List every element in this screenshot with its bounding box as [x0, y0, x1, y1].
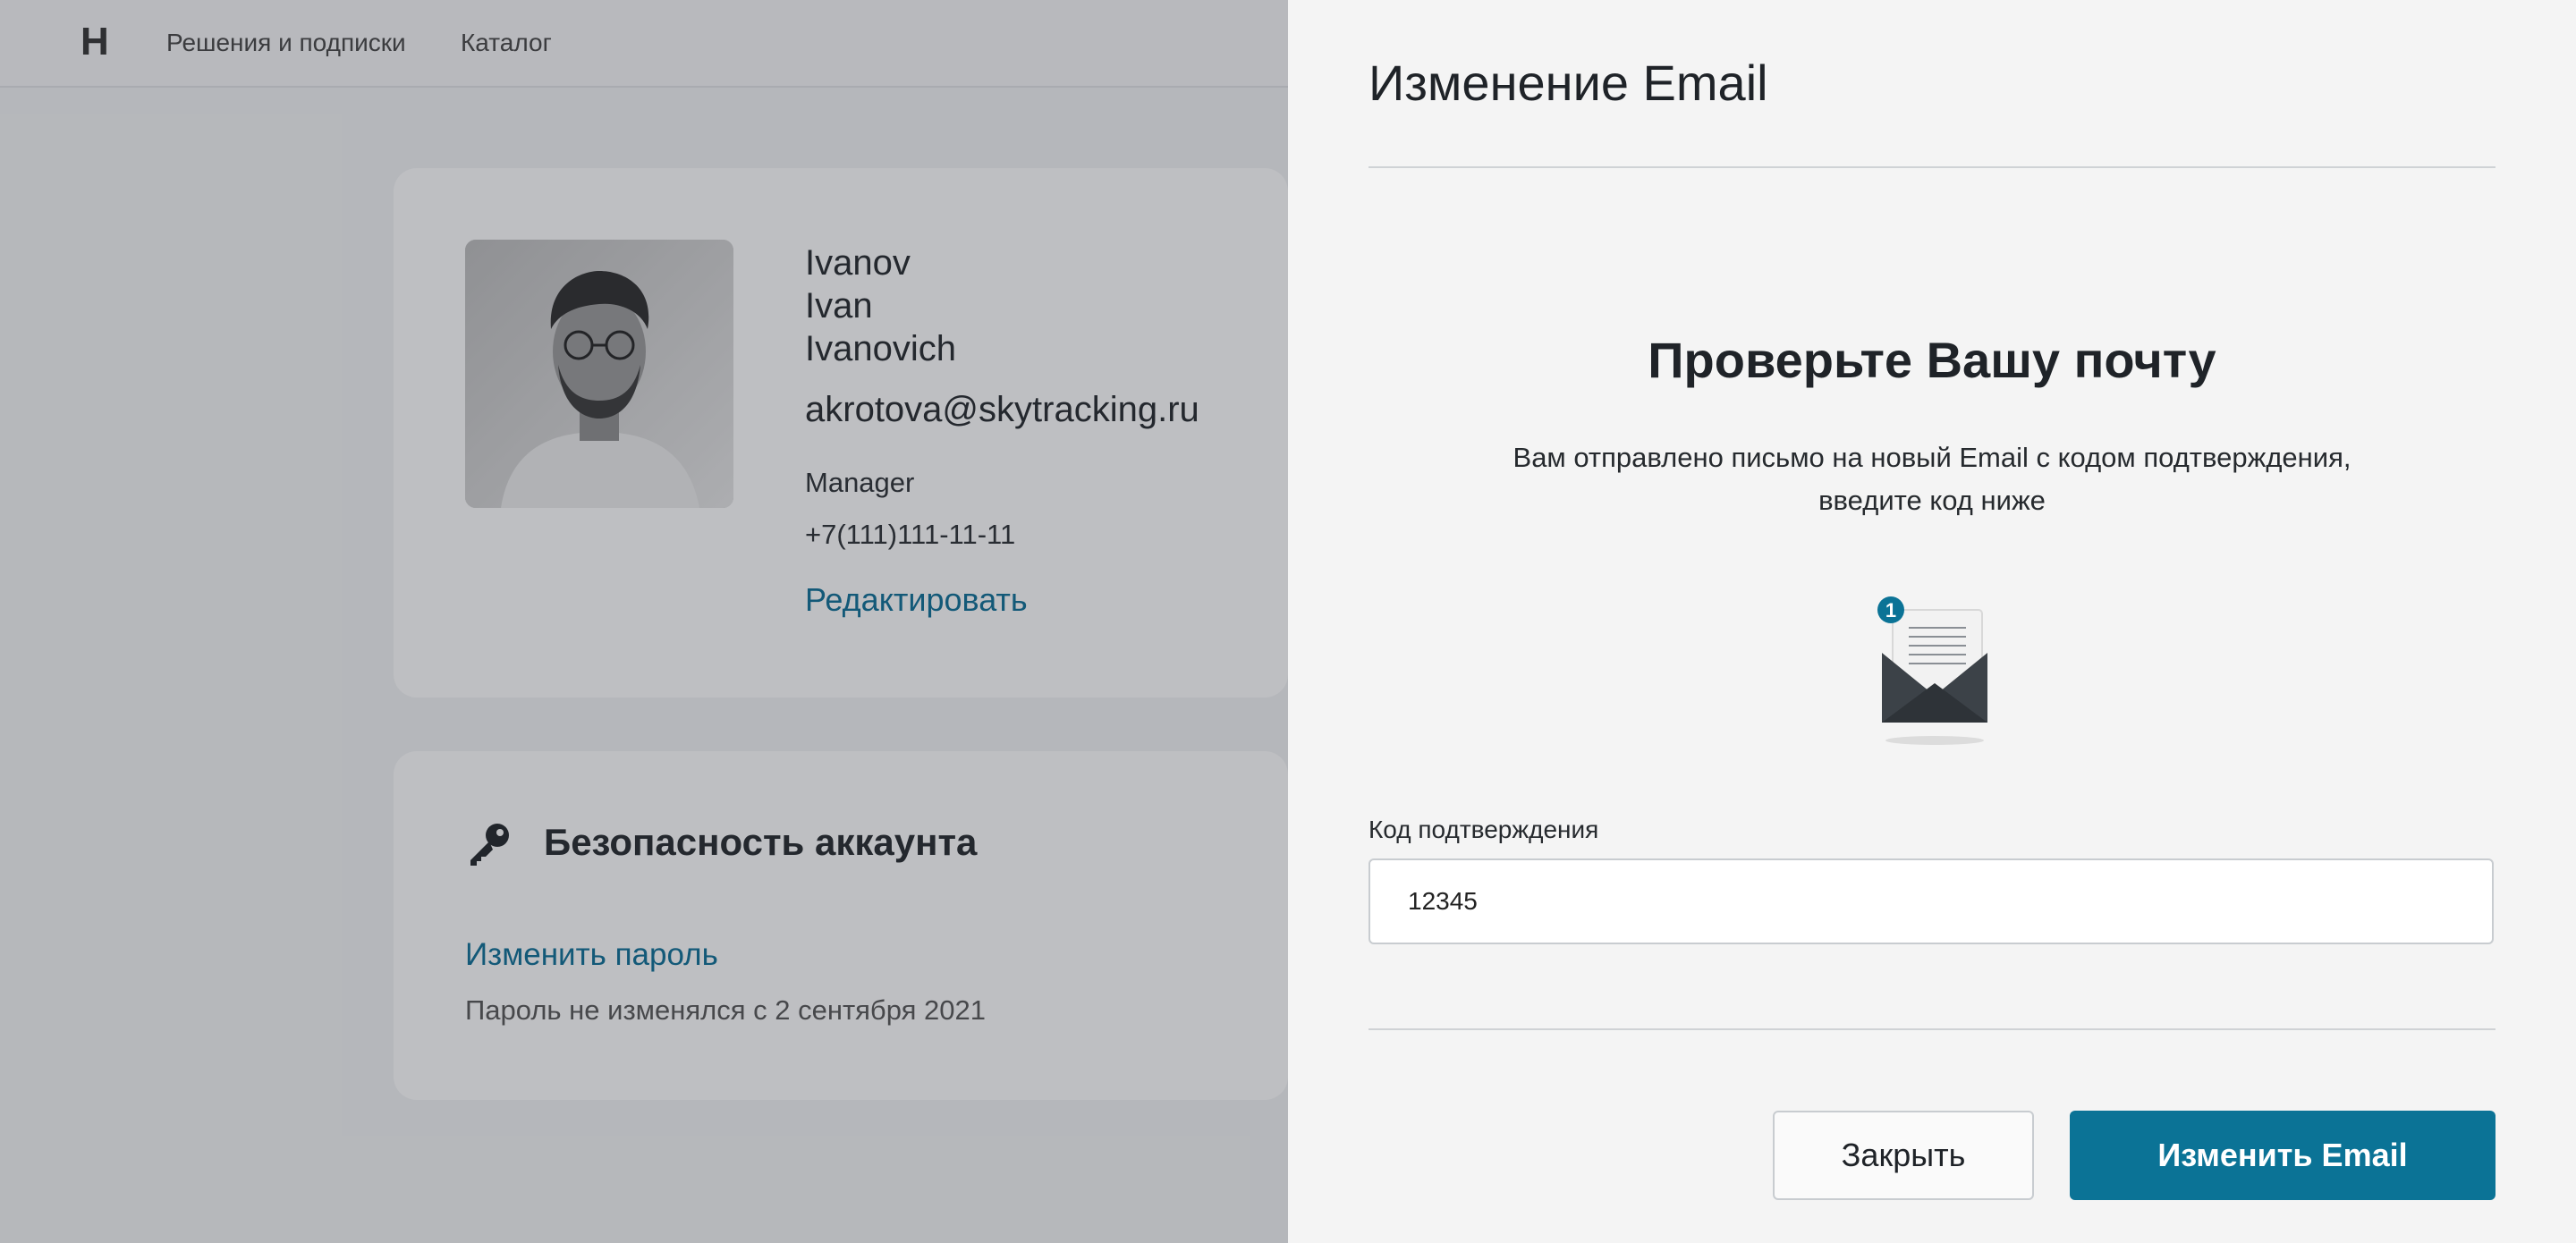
drawer-title: Изменение Email — [1368, 55, 1768, 111]
confirmation-code-input[interactable] — [1368, 858, 2494, 944]
envelope-badge-count: 1 — [1885, 599, 1896, 622]
check-mail-text-line2: введите код ниже — [1818, 485, 2046, 516]
code-label: Код подтверждения — [1368, 816, 1599, 843]
change-email-drawer: Изменение Email Проверьте Вашу почту Вам… — [1288, 0, 2576, 1243]
divider — [1368, 166, 2496, 168]
close-button[interactable]: Закрыть — [1773, 1111, 2034, 1200]
check-mail-text-line1: Вам отправлено письмо на новый Email с к… — [1513, 442, 2351, 473]
open-envelope-icon: 1 — [1877, 596, 1987, 745]
check-mail-text: Вам отправлено письмо на новый Email с к… — [1368, 436, 2496, 522]
change-email-button[interactable]: Изменить Email — [2070, 1111, 2496, 1200]
check-mail-title: Проверьте Вашу почту — [1648, 332, 2216, 388]
footer-divider — [1368, 1028, 2496, 1030]
